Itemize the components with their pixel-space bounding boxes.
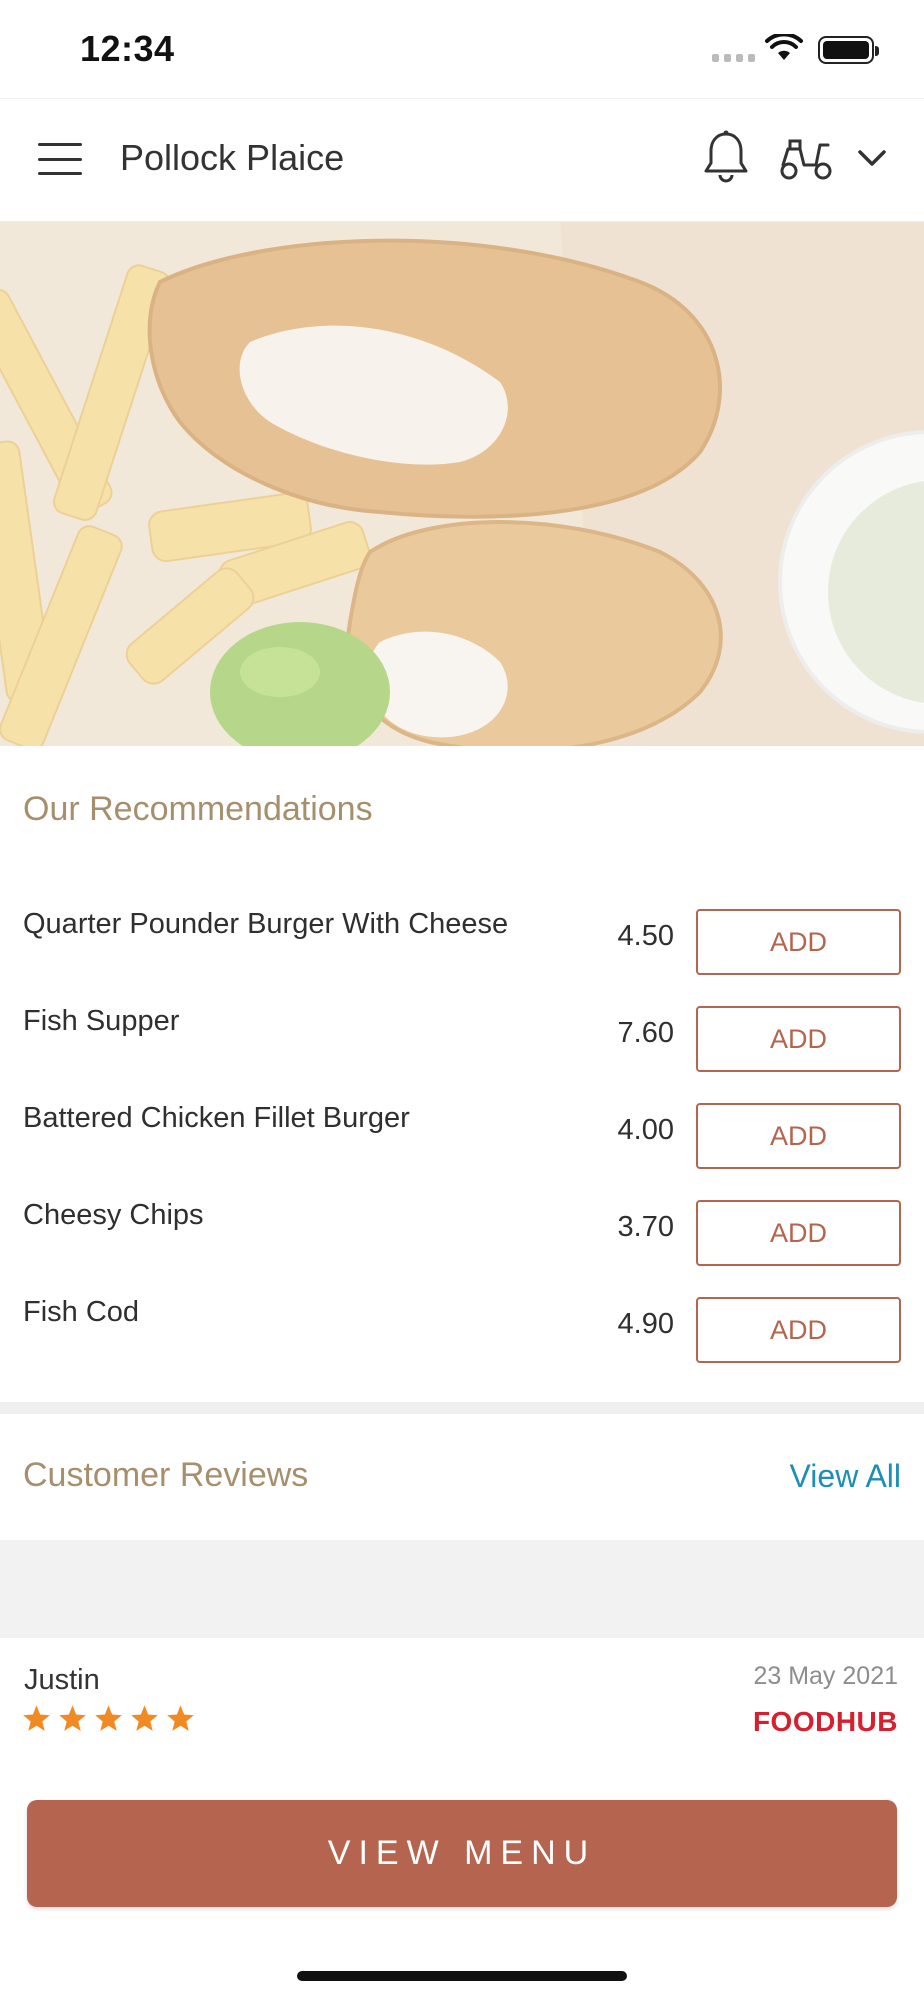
recommendations-title: Our Recommendations	[23, 790, 373, 828]
reviews-title: Customer Reviews	[23, 1456, 309, 1494]
star-icon	[59, 1705, 86, 1731]
view-menu-button[interactable]: VIEW MENU	[27, 1800, 897, 1907]
item-name: Quarter Pounder Burger With Cheese	[23, 908, 509, 940]
bell-icon[interactable]	[700, 129, 752, 185]
reviewer-name: Justin	[24, 1664, 100, 1696]
item-name: Fish Supper	[23, 1005, 180, 1037]
star-icon	[167, 1705, 194, 1731]
list-item: Quarter Pounder Burger With Cheese 4.50 …	[0, 878, 924, 975]
item-name: Cheesy Chips	[23, 1199, 204, 1231]
wifi-icon	[765, 34, 803, 60]
app-header: Pollock Plaice	[0, 98, 924, 222]
item-price: 3.70	[617, 1211, 674, 1243]
list-item: Fish Cod 4.90 ADD	[0, 1266, 924, 1363]
chevron-down-icon[interactable]	[856, 147, 888, 169]
home-indicator	[297, 1971, 627, 1981]
item-name: Fish Cod	[23, 1296, 140, 1328]
review-date: 23 May 2021	[753, 1662, 898, 1690]
list-item: Cheesy Chips 3.70 ADD	[0, 1169, 924, 1266]
add-button[interactable]: ADD	[696, 1297, 901, 1363]
battery-icon	[818, 36, 879, 64]
review-placeholder	[0, 1540, 924, 1638]
scooter-icon[interactable]	[778, 135, 834, 181]
recommendations-list: Quarter Pounder Burger With Cheese 4.50 …	[0, 878, 924, 1363]
item-price: 4.50	[617, 920, 674, 952]
add-button[interactable]: ADD	[696, 1103, 901, 1169]
foodhub-logo: FOODHUB	[752, 1706, 898, 1737]
add-button[interactable]: ADD	[696, 909, 901, 975]
list-item: Battered Chicken Fillet Burger 4.00 ADD	[0, 1072, 924, 1169]
section-divider	[0, 1402, 924, 1414]
item-price: 4.90	[617, 1308, 674, 1340]
star-icon	[23, 1705, 50, 1731]
item-name: Battered Chicken Fillet Burger	[23, 1102, 410, 1134]
star-icon	[131, 1705, 158, 1731]
star-icon	[95, 1705, 122, 1731]
add-button[interactable]: ADD	[696, 1200, 901, 1266]
menu-icon[interactable]	[38, 143, 82, 175]
signal-icon	[712, 54, 755, 62]
add-button[interactable]: ADD	[696, 1006, 901, 1072]
item-price: 4.00	[617, 1114, 674, 1146]
item-price: 7.60	[617, 1017, 674, 1049]
rating-stars	[22, 1704, 195, 1732]
status-bar: 12:34	[0, 0, 924, 98]
view-all-link[interactable]: View All	[790, 1458, 901, 1495]
status-time: 12:34	[80, 28, 175, 69]
list-item: Fish Supper 7.60 ADD	[0, 975, 924, 1072]
restaurant-name: Pollock Plaice	[120, 137, 345, 178]
hero-image	[0, 222, 924, 746]
